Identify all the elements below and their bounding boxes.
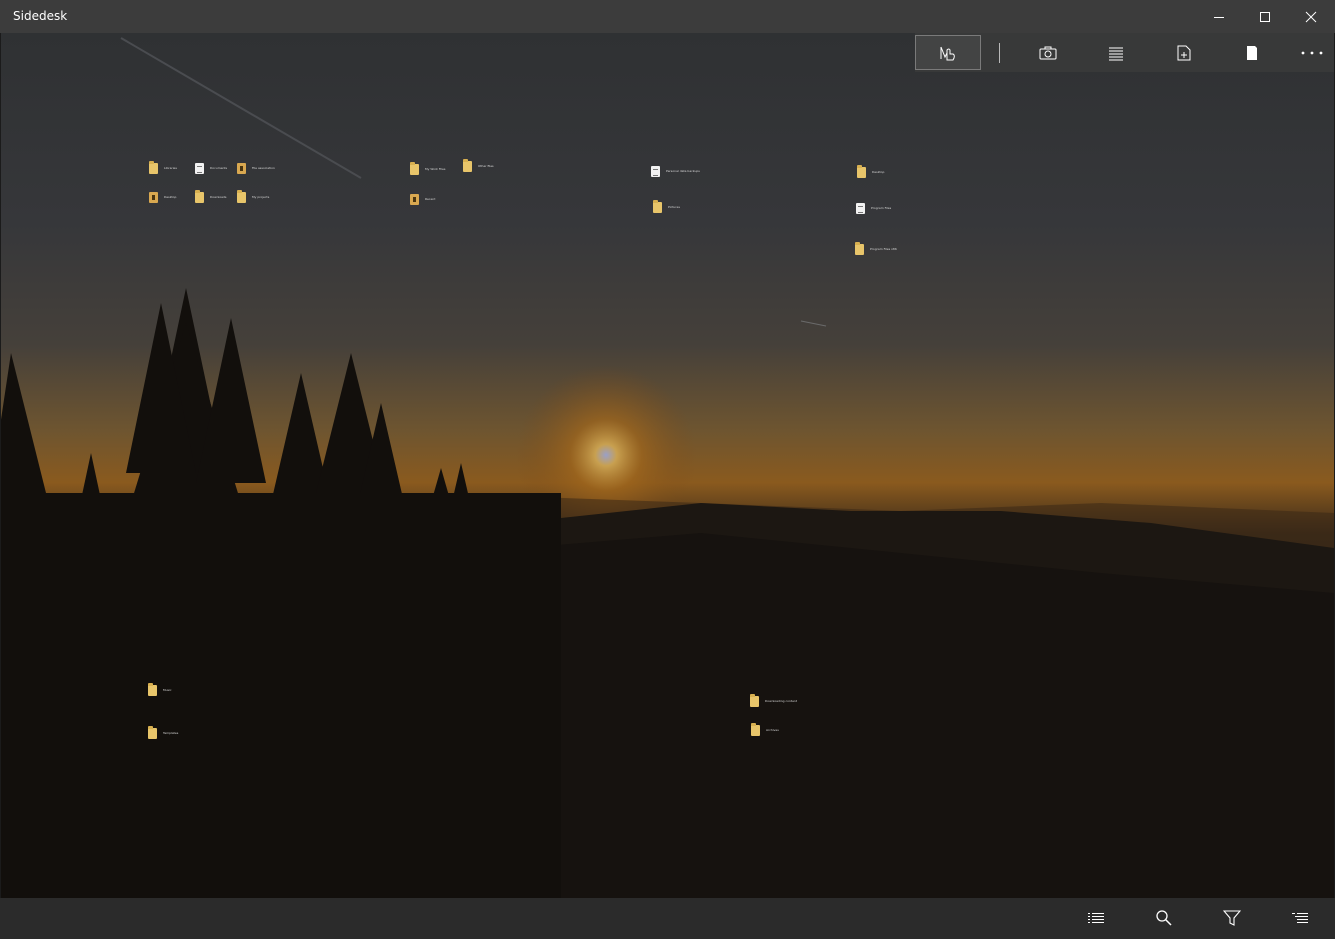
- more-icon: [1301, 51, 1323, 54]
- folder-icon: [195, 189, 204, 203]
- folder-icon: [148, 725, 157, 739]
- page-icon: [1247, 45, 1257, 60]
- desktop-icon[interactable]: Other files: [463, 158, 494, 174]
- desktop-icon[interactable]: My projects: [237, 189, 269, 205]
- folder-icon: [148, 682, 157, 696]
- desktop-icon[interactable]: Downloading content: [750, 693, 797, 709]
- desktop-icon[interactable]: Pictures: [653, 199, 680, 215]
- folder-icon: [410, 161, 419, 175]
- folder-icon: [463, 158, 472, 172]
- title-bar: Sidedesk: [0, 0, 1335, 33]
- filter-icon: [1223, 910, 1241, 926]
- toolbar-separator: [999, 43, 1000, 63]
- align-lines-icon: [1109, 47, 1123, 60]
- desktop-icon[interactable]: My Work Files: [410, 161, 445, 177]
- folder-icon: [855, 241, 864, 255]
- new-file-icon: [1177, 45, 1191, 60]
- folder-icon: [857, 164, 866, 178]
- desktop-icon[interactable]: File association: [237, 160, 275, 176]
- window-title: Sidedesk: [13, 9, 68, 23]
- quick-toolbar: [915, 33, 1334, 72]
- close-button[interactable]: [1288, 0, 1334, 33]
- new-file-button[interactable]: [1151, 35, 1217, 70]
- desktop-icon[interactable]: Program Files x86: [855, 241, 897, 257]
- maximize-button[interactable]: [1242, 0, 1288, 33]
- desktop-icon[interactable]: Archives: [751, 722, 779, 738]
- search-button[interactable]: [1140, 902, 1188, 934]
- search-icon: [1156, 910, 1172, 926]
- more-button[interactable]: [1279, 35, 1334, 70]
- desktop-icon[interactable]: Desktop: [857, 164, 884, 180]
- sort-button[interactable]: [1276, 902, 1324, 934]
- maximize-icon: [1260, 11, 1270, 22]
- shortcut-icon: [237, 162, 246, 174]
- shortcut-icon: [149, 191, 158, 203]
- desktop-icon[interactable]: Desktop: [149, 189, 176, 205]
- folder-icon: [149, 160, 158, 174]
- page-button[interactable]: [1219, 35, 1285, 70]
- desktop-area[interactable]: Libraries Documents File association Des…: [1, 33, 1334, 898]
- folder-icon: [751, 722, 760, 736]
- list-view-button[interactable]: [1072, 902, 1120, 934]
- screenshot-button[interactable]: [1015, 35, 1081, 70]
- shortcut-icon: [410, 193, 419, 205]
- select-pointer-icon: [940, 46, 955, 60]
- camera-icon: [1039, 46, 1057, 59]
- desktop-icon[interactable]: Libraries: [149, 160, 177, 176]
- desktop-icon[interactable]: Program Files: [856, 200, 891, 216]
- desktop-icon[interactable]: Templates: [148, 725, 178, 741]
- desktop-icon[interactable]: Recent: [410, 191, 435, 207]
- align-button[interactable]: [1083, 35, 1149, 70]
- minimize-button[interactable]: [1196, 0, 1242, 33]
- minimize-icon: [1214, 16, 1224, 18]
- desktop-icon[interactable]: Personal data backups: [651, 163, 700, 179]
- close-icon: [1305, 11, 1317, 22]
- desktop-icon[interactable]: Downloads: [195, 189, 226, 205]
- list-view-icon: [1088, 913, 1104, 923]
- desktop-icon[interactable]: Documents: [195, 160, 227, 176]
- select-pointer-button[interactable]: [915, 35, 981, 70]
- filter-button[interactable]: [1208, 902, 1256, 934]
- desktop-icon[interactable]: Music: [148, 682, 172, 698]
- document-icon: [195, 162, 204, 174]
- document-icon: [651, 165, 660, 177]
- sort-icon: [1292, 913, 1308, 923]
- folder-icon: [653, 199, 662, 213]
- folder-icon: [237, 189, 246, 203]
- folder-icon: [750, 693, 759, 707]
- document-icon: [856, 202, 865, 214]
- bottom-app-bar: [0, 898, 1335, 939]
